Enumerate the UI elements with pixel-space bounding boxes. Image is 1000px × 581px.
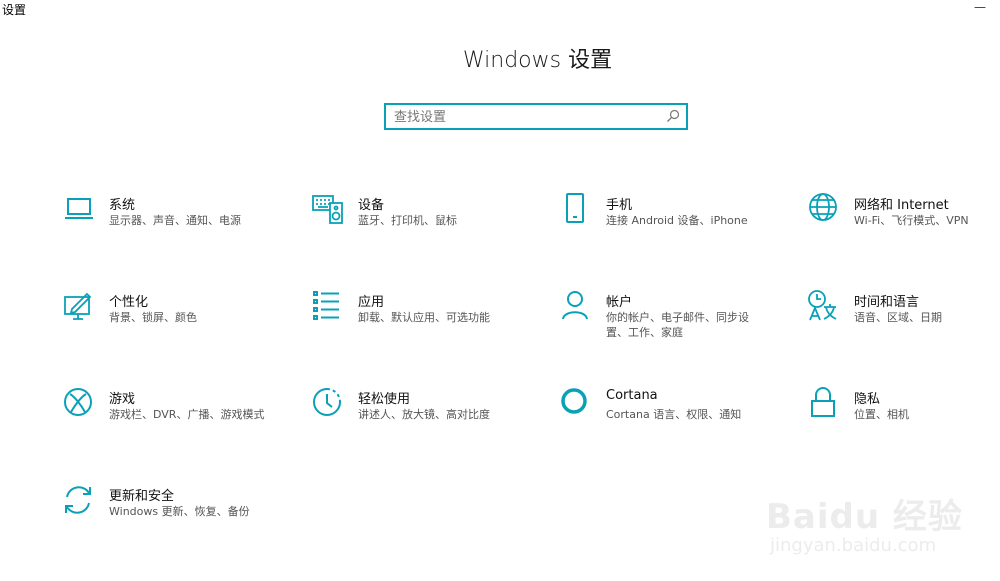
tile-gaming[interactable]: 游戏 游戏栏、DVR、广播、游戏模式 [62, 387, 302, 449]
tile-description: Wi-Fi、飞行模式、VPN [854, 214, 969, 227]
tile-description: Windows 更新、恢复、备份 [109, 505, 250, 518]
ease-of-access-icon [311, 387, 345, 421]
tile-network[interactable]: 网络和 Internet Wi-Fi、飞行模式、VPN [807, 193, 1000, 255]
list-icon [311, 290, 345, 324]
tile-ease-of-access[interactable]: 轻松使用 讲述人、放大镜、高对比度 [311, 387, 551, 449]
tile-phone[interactable]: 手机 连接 Android 设备、iPhone [559, 193, 799, 255]
tile-description: 你的帐户、电子邮件、同步设置、工作、家庭 [606, 311, 749, 339]
tile-description: 讲述人、放大镜、高对比度 [358, 408, 490, 421]
tile-name: 游戏 [109, 392, 136, 407]
tile-description: 蓝牙、打印机、鼠标 [358, 214, 457, 227]
cortana-icon [559, 387, 593, 421]
baidu-watermark: Baidu 经验 jingyan.baidu.com [760, 475, 990, 575]
window-title: 设置 [2, 3, 27, 17]
tile-description: 语音、区域、日期 [854, 311, 942, 324]
tile-accounts[interactable]: 帐户 你的帐户、电子邮件、同步设置、工作、家庭 [559, 290, 799, 352]
tile-system[interactable]: 系统 显示器、声音、通知、电源 [62, 193, 302, 255]
tile-description: 背景、锁屏、颜色 [109, 311, 197, 324]
lock-icon [807, 387, 841, 421]
tile-cortana[interactable]: Cortana Cortana 语言、权限、通知 [559, 387, 799, 449]
person-icon [559, 290, 593, 324]
tile-name: 手机 [606, 198, 633, 213]
tile-description: 连接 Android 设备、iPhone [606, 214, 748, 227]
xbox-icon [62, 387, 96, 421]
tile-personalization[interactable]: 个性化 背景、锁屏、颜色 [62, 290, 302, 352]
tile-name: 轻松使用 [358, 392, 411, 407]
tile-description: 位置、相机 [854, 408, 909, 421]
tile-name: 网络和 Internet [854, 198, 949, 213]
search-box[interactable] [384, 103, 688, 130]
tile-name: 个性化 [109, 295, 149, 310]
tile-name: Cortana [606, 388, 658, 403]
tile-devices[interactable]: 设备 蓝牙、打印机、鼠标 [311, 193, 551, 255]
tile-description: Cortana 语言、权限、通知 [606, 408, 742, 421]
tile-privacy[interactable]: 隐私 位置、相机 [807, 387, 1000, 449]
tile-description: 显示器、声音、通知、电源 [109, 214, 241, 227]
phone-icon [559, 193, 593, 227]
tile-name: 系统 [109, 198, 136, 213]
watermark-url: jingyan.baidu.com [770, 535, 937, 556]
tile-name: 隐私 [854, 392, 881, 407]
title-bar: 设置 — [0, 0, 1000, 22]
tile-name: 应用 [358, 295, 385, 310]
globe-icon [807, 193, 841, 227]
watermark-brand: Baidu 经验 [766, 497, 963, 537]
page-title: Windows 设置 [462, 48, 613, 73]
tile-name: 帐户 [606, 295, 633, 310]
tile-name: 设备 [358, 198, 385, 213]
tile-description: 卸载、默认应用、可选功能 [358, 311, 490, 324]
tile-time-language[interactable]: 时间和语言 语音、区域、日期 [807, 290, 1000, 352]
keyboard-speaker-icon [311, 193, 345, 227]
time-language-icon [807, 290, 841, 324]
tile-description: 游戏栏、DVR、广播、游戏模式 [109, 408, 265, 421]
tile-name: 更新和安全 [109, 489, 175, 504]
minimize-button[interactable]: — [974, 0, 986, 14]
tile-apps[interactable]: 应用 卸载、默认应用、可选功能 [311, 290, 551, 352]
paint-icon [62, 290, 96, 324]
sync-icon [62, 484, 96, 518]
laptop-icon [62, 193, 96, 227]
tile-update-security[interactable]: 更新和安全 Windows 更新、恢复、备份 [62, 484, 302, 546]
search-icon[interactable] [666, 109, 680, 123]
tile-name: 时间和语言 [854, 295, 920, 310]
search-input[interactable] [394, 107, 654, 127]
